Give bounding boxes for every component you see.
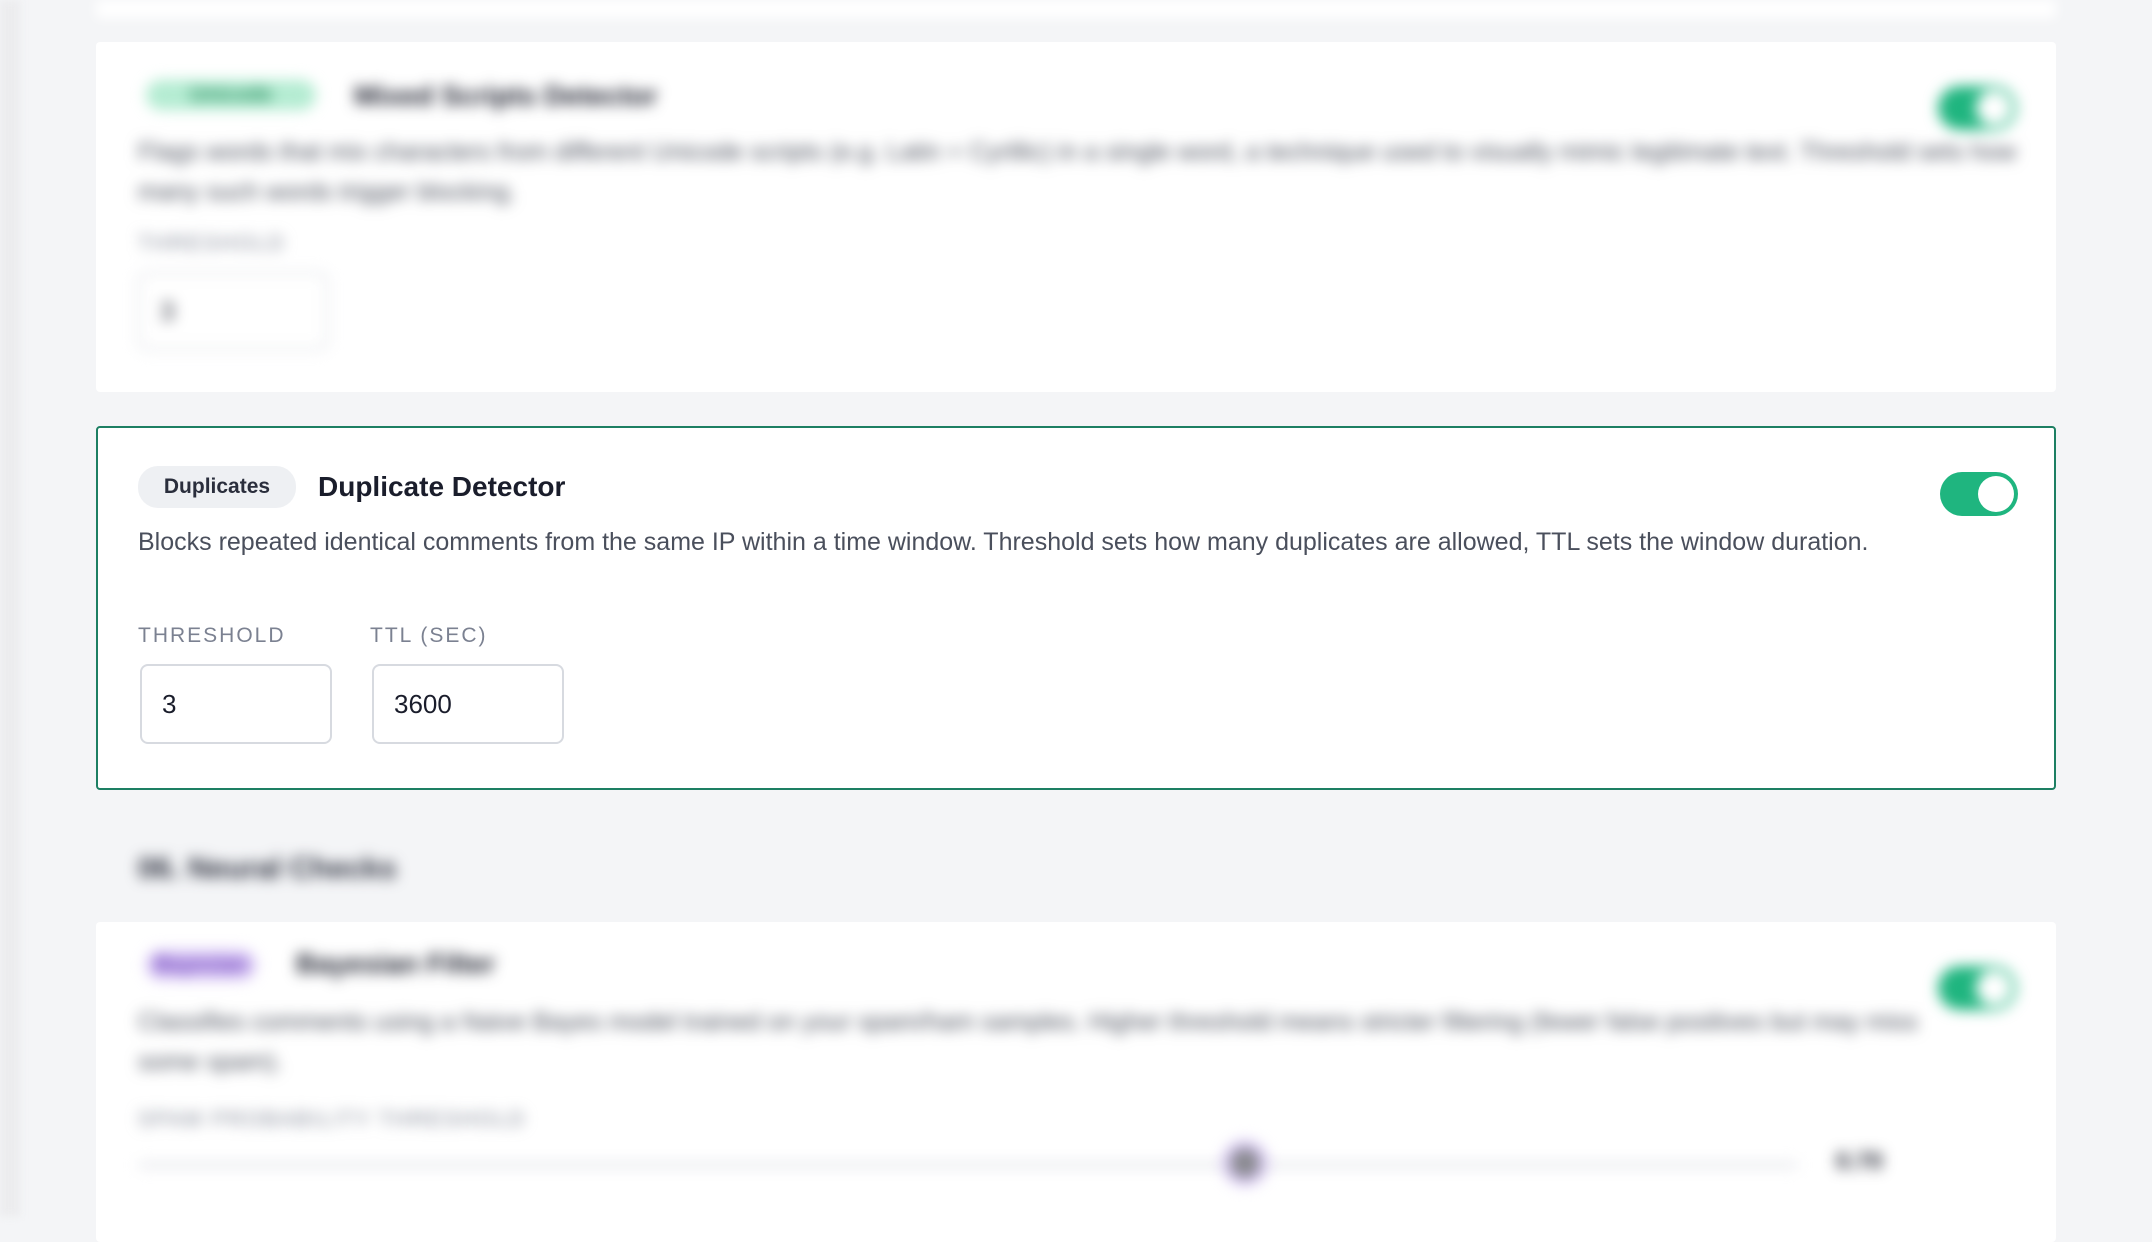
enable-toggle[interactable]	[1938, 966, 2016, 1010]
threshold-input[interactable]: 3	[140, 664, 332, 744]
card-description: Blocks repeated identical comments from …	[138, 528, 1869, 556]
tag-unicode: Unicode	[146, 80, 316, 110]
bayesian-card: Bayesian Bayesian Filter Classifies comm…	[96, 922, 2056, 1242]
mixed-scripts-card: Unicode Mixed Scripts Detector Flags wor…	[96, 42, 2056, 392]
sidebar-edge	[0, 0, 20, 1216]
tag-bayesian: Bayesian	[146, 950, 256, 980]
enable-toggle[interactable]	[1938, 86, 2016, 130]
threshold-value: 0.70	[1836, 1148, 1883, 1175]
section-title: 06. Neural Checks	[138, 852, 397, 885]
ttl-input[interactable]: 3600	[372, 664, 564, 744]
card-title: Mixed Scripts Detector	[354, 80, 658, 111]
threshold-slider-track[interactable]	[138, 1162, 1798, 1168]
tag-duplicates: Duplicates	[138, 466, 296, 508]
duplicate-detector-card: Duplicates Duplicate Detector Blocks rep…	[96, 426, 2056, 790]
toggle-knob	[1978, 476, 2014, 512]
enable-toggle[interactable]	[1940, 472, 2018, 516]
card-title: Bayesian Filter	[296, 948, 496, 979]
threshold-label: THRESHOLD	[138, 232, 286, 255]
card-description: Classifies comments using a Naive Bayes …	[138, 1008, 1918, 1076]
ttl-label: TTL (SEC)	[370, 624, 488, 647]
threshold-label: SPAM PROBABILITY THRESHOLD	[138, 1108, 527, 1131]
threshold-slider-thumb[interactable]	[1230, 1148, 1260, 1178]
threshold-input[interactable]: 3	[138, 272, 328, 350]
card-above	[96, 0, 2056, 18]
card-title: Duplicate Detector	[318, 471, 566, 502]
threshold-label: THRESHOLD	[138, 624, 286, 647]
toggle-knob	[1976, 970, 2012, 1006]
toggle-knob	[1976, 90, 2012, 126]
card-description: Flags words that mix characters from dif…	[138, 138, 2017, 206]
